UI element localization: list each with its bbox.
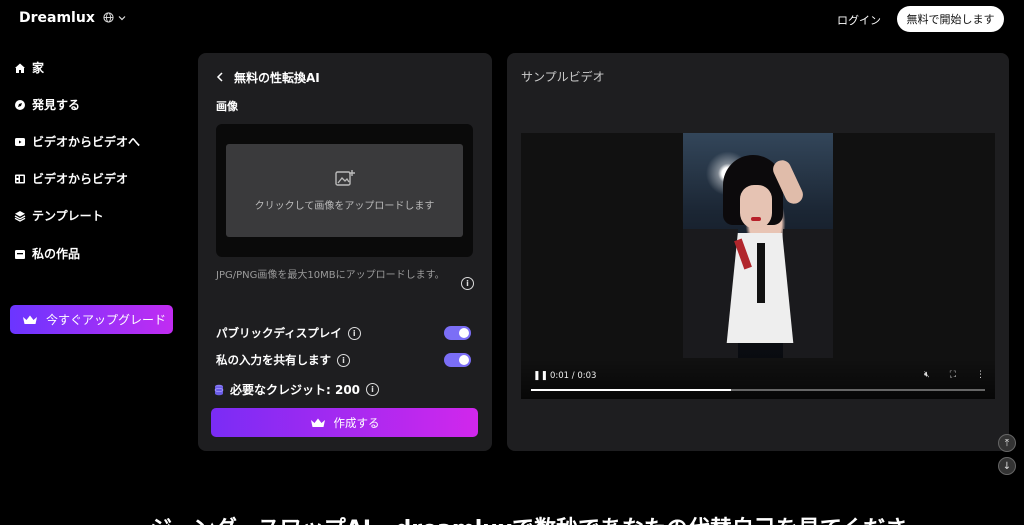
chevron-down-icon (118, 15, 126, 20)
info-icon[interactable]: i (337, 353, 350, 367)
sidebar-item-discover[interactable]: 発見する (14, 96, 80, 113)
sidebar-item-label: ビデオからビデオへ (32, 135, 141, 149)
credits-row: 必要なクレジット: 200 i (214, 381, 380, 398)
video-progress-bar[interactable] (531, 389, 985, 391)
public-display-toggle[interactable] (444, 326, 471, 340)
create-label: 作成する (333, 415, 380, 430)
tool-panel: 無料の性転換AI 画像 クリックして画像をアップロードします JPG/PNG画像… (198, 53, 492, 451)
public-display-row: パブリックディスプレイ i (216, 325, 361, 341)
create-button[interactable]: 作成する (211, 408, 478, 437)
compass-icon (14, 99, 26, 111)
layers-icon (14, 210, 26, 222)
sidebar-item-video-to-video[interactable]: ビデオからビデオ (14, 170, 128, 187)
video-icon (14, 136, 26, 148)
sample-video-player[interactable]: ❚❚ 0:01 / 0:03 🔇︎ ⛶ ⋮ (521, 133, 995, 399)
film-icon (14, 173, 26, 185)
panel-title: 無料の性転換AI (216, 69, 320, 86)
upload-text: クリックして画像をアップロードします (254, 201, 435, 212)
scroll-top-icon[interactable]: ⤒ (998, 434, 1016, 452)
sidebar-item-label: 発見する (32, 98, 81, 112)
video-face (740, 185, 772, 229)
video-controls: ❚❚ 0:01 / 0:03 🔇︎ ⛶ ⋮ (521, 359, 995, 399)
back-arrow-icon[interactable] (216, 71, 224, 85)
sidebar-item-templates[interactable]: テンプレート (14, 207, 104, 224)
tool-title: 無料の性転換AI (234, 71, 320, 85)
page-heading: ジーンダースワップAI - dreamluxで数秒であなたの代替自己を見てくださ (150, 511, 907, 525)
fullscreen-icon[interactable]: ⛶ (950, 370, 956, 380)
upload-dropzone[interactable]: クリックして画像をアップロードします (226, 144, 463, 237)
upgrade-label: 今すぐアップグレード (46, 313, 167, 327)
crown-icon (310, 418, 325, 427)
scroll-down-icon[interactable]: ↓ (998, 457, 1016, 475)
more-options-icon[interactable]: ⋮ (976, 370, 985, 380)
globe-icon (103, 12, 114, 23)
video-progress-fill (531, 389, 731, 391)
coin-stack-icon (214, 384, 224, 395)
sidebar-item-label: 私の作品 (32, 247, 81, 261)
brand-logo[interactable]: Dreamlux (19, 10, 95, 26)
credits-label: 必要なクレジット: 200 (230, 383, 361, 397)
video-time: 0:01 / 0:03 (550, 371, 597, 381)
video-lips (751, 217, 761, 221)
info-icon[interactable]: i (347, 326, 361, 340)
home-icon (14, 62, 26, 74)
sidebar-item-video-to-video-to[interactable]: ビデオからビデオへ (14, 133, 140, 150)
sidebar-item-label: 家 (32, 61, 45, 75)
video-frame (683, 133, 833, 358)
sample-panel: サンプルビデオ ❚❚ 0:01 / 0:03 🔇︎ ⛶ ⋮ (507, 53, 1009, 451)
info-icon[interactable]: i (461, 277, 474, 290)
share-input-label: 私の入力を共有します (216, 353, 331, 367)
mute-icon[interactable]: 🔇︎ (924, 370, 930, 380)
video-control-icons: 🔇︎ ⛶ ⋮ (924, 370, 985, 380)
pause-icon[interactable]: ❚❚ (533, 371, 548, 381)
upload-area[interactable]: クリックして画像をアップロードします (216, 124, 473, 257)
share-input-toggle[interactable] (444, 353, 471, 367)
sidebar-item-home[interactable]: 家 (14, 59, 44, 76)
start-free-button[interactable]: 無料で開始します (897, 6, 1004, 32)
image-label: 画像 (216, 100, 238, 113)
sidebar-item-my-works[interactable]: 私の作品 (14, 245, 80, 262)
sample-title: サンプルビデオ (521, 70, 605, 84)
folder-icon (14, 248, 26, 260)
crown-icon (23, 315, 37, 324)
sidebar-item-label: ビデオからビデオ (32, 172, 129, 186)
upload-hint: JPG/PNG画像を最大10MBにアップロードします。 (216, 270, 445, 281)
language-selector[interactable] (103, 12, 126, 23)
login-link[interactable]: ログイン (837, 12, 881, 28)
info-icon[interactable]: i (366, 383, 380, 396)
video-tie (757, 243, 765, 303)
share-input-row: 私の入力を共有します i (216, 352, 350, 368)
sidebar-item-label: テンプレート (32, 209, 104, 223)
public-display-label: パブリックディスプレイ (216, 326, 342, 340)
add-image-icon (334, 170, 355, 186)
upgrade-button[interactable]: 今すぐアップグレード (10, 305, 173, 334)
